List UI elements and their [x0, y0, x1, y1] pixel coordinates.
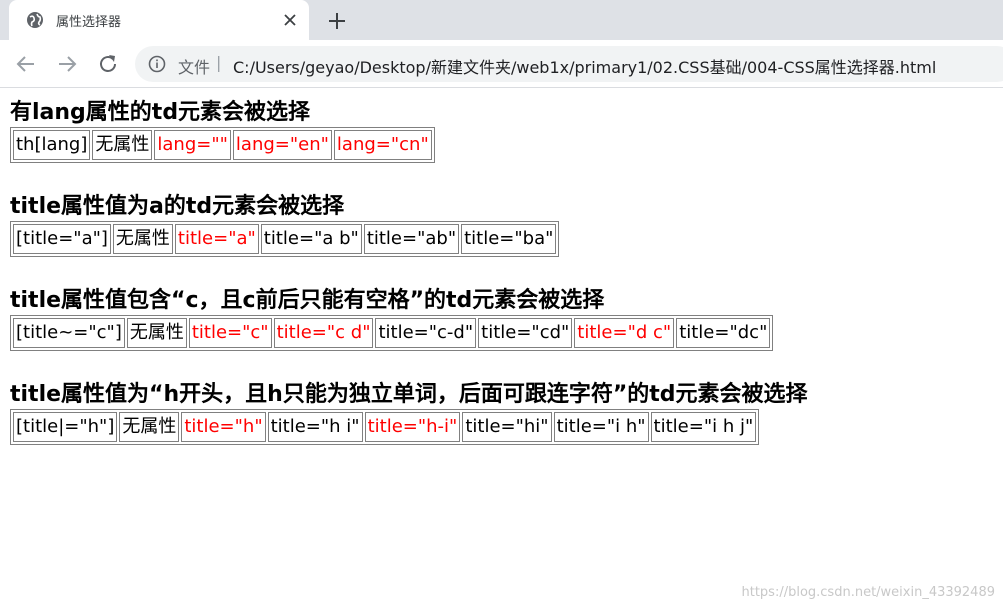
table-cell: title="c-d": [375, 318, 477, 348]
new-tab-plus-icon[interactable]: [326, 10, 348, 32]
table-cell: [title~="c"]: [13, 318, 125, 348]
close-tab-icon[interactable]: [281, 11, 299, 29]
table-cell: title="ab": [363, 224, 460, 254]
url-text[interactable]: C:/Users/geyao/Desktop/新建文件夹/web1x/prima…: [233, 54, 936, 78]
table-cell: title="c d": [273, 318, 374, 348]
table-cell: title="c": [188, 318, 272, 348]
forward-arrow-icon[interactable]: [55, 52, 79, 76]
table-cell: lang="en": [232, 130, 332, 160]
table-cell: [title|="h"]: [13, 412, 118, 442]
table-cell: title="h": [181, 412, 266, 442]
back-arrow-icon[interactable]: [14, 52, 38, 76]
table-cell: th[lang]: [13, 130, 91, 160]
section-heading: 有lang属性的td元素会被选择: [10, 100, 311, 125]
tab-strip: 属性选择器: [0, 0, 1003, 40]
address-bar[interactable]: 文件 | C:/Users/geyao/Desktop/新建文件夹/web1x/…: [135, 46, 1003, 82]
table-cell: 无属性: [112, 224, 173, 254]
table-cell: title="i h": [553, 412, 649, 442]
globe-icon: [27, 12, 43, 28]
table-cell: title="i h j": [650, 412, 757, 442]
table-cell: title="a": [174, 224, 259, 254]
file-scheme-label: 文件: [178, 58, 211, 77]
section-heading: title属性值为a的td元素会被选择: [10, 194, 345, 219]
section-lang: 有lang属性的td元素会被选择 th[lang] 无属性 lang="" lang=…: [10, 99, 995, 193]
table-cell: 无属性: [126, 318, 187, 348]
table-cell: 无属性: [92, 130, 153, 160]
page-content: 有lang属性的td元素会被选择 th[lang] 无属性 lang="" lang=…: [10, 99, 995, 475]
info-icon[interactable]: [148, 55, 166, 73]
browser-tab[interactable]: 属性选择器: [9, 0, 309, 40]
table-cell: title="dc": [676, 318, 771, 348]
selector-table: [title="a"] 无属性 title="a" title="a b" title=…: [10, 221, 560, 257]
watermark: https://blog.csdn.net/weixin_43392489: [741, 585, 995, 600]
section-title-prefix-hyphen: title属性值为“h开头，且h只能为独立单词，后面可跟连字符”的td元素会被选…: [10, 381, 995, 475]
table-cell: title="d c": [574, 318, 675, 348]
section-title-equals: title属性值为a的td元素会被选择 [title="a"] 无属性 title=…: [10, 193, 995, 287]
table-cell: title="h-i": [364, 412, 461, 442]
table-cell: lang="": [154, 130, 231, 160]
table-cell: title="ba": [461, 224, 557, 254]
reload-icon[interactable]: [96, 52, 120, 76]
table-cell: [title="a"]: [13, 224, 111, 254]
selector-table: [title~="c"] 无属性 title="c" title="c d" title…: [10, 315, 774, 351]
selector-table: th[lang] 无属性 lang="" lang="en" lang="cn": [10, 127, 435, 163]
table-cell: 无属性: [119, 412, 180, 442]
selector-table: [title|="h"] 无属性 title="h" title="h i" title…: [10, 409, 760, 445]
address-separator: |: [216, 53, 222, 72]
table-cell: title="a b": [260, 224, 362, 254]
table-cell: title="h i": [267, 412, 363, 442]
table-cell: lang="cn": [333, 130, 432, 160]
section-heading: title属性值包含“c，且c前后只能有空格”的td元素会被选择: [10, 288, 605, 313]
table-cell: title="hi": [462, 412, 552, 442]
section-heading: title属性值为“h开头，且h只能为独立单词，后面可跟连字符”的td元素会被选…: [10, 382, 808, 407]
section-title-contains-word: title属性值包含“c，且c前后只能有空格”的td元素会被选择 [title~…: [10, 287, 995, 381]
browser-toolbar: 文件 | C:/Users/geyao/Desktop/新建文件夹/web1x/…: [0, 40, 1003, 88]
tab-title: 属性选择器: [56, 15, 122, 30]
table-cell: title="cd": [478, 318, 573, 348]
